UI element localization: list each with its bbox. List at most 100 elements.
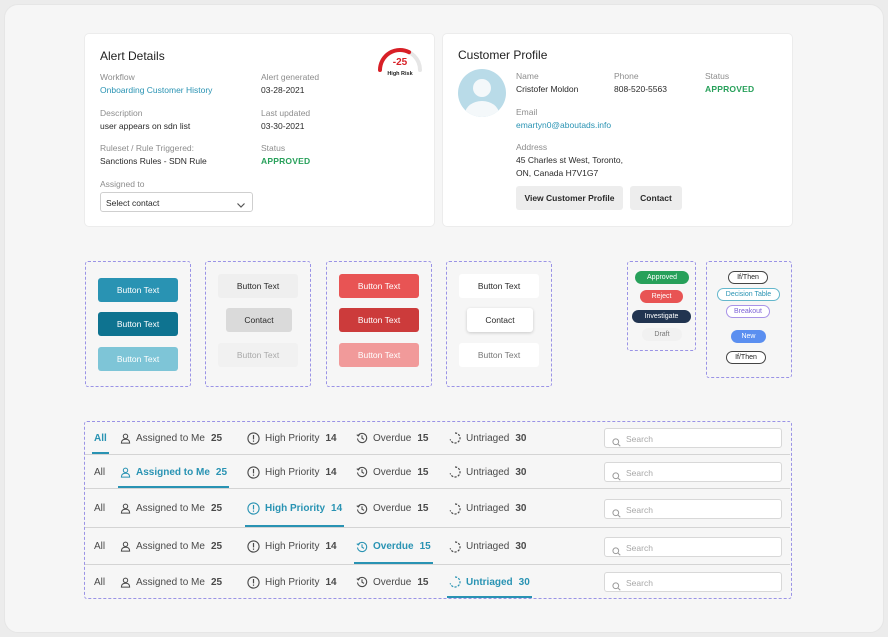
view-customer-profile-button[interactable]: View Customer Profile [516, 186, 623, 210]
alert-circle-icon [247, 502, 260, 515]
gray-button-disabled[interactable]: Button Text [218, 343, 298, 367]
search-box[interactable] [604, 572, 782, 592]
tab-assigned-label: Assigned to Me [136, 503, 205, 514]
tab-overdue[interactable]: Overdue 15 [356, 565, 428, 599]
alert-details-title: Alert Details [100, 49, 165, 63]
tab-untriaged-label: Untriaged [466, 432, 510, 444]
draft-pill[interactable]: Draft [642, 328, 682, 341]
tab-assigned-to-me[interactable]: Assigned to Me 25 [120, 565, 222, 599]
red-button-hover[interactable]: Button Text [339, 308, 419, 332]
customer-profile-title: Customer Profile [458, 48, 548, 62]
tab-untriaged[interactable]: Untriaged 30 [447, 565, 532, 599]
tab-all[interactable]: All [94, 565, 105, 599]
tab-untriaged[interactable]: Untriaged 30 [449, 421, 526, 455]
tab-untriaged[interactable]: Untriaged 30 [449, 455, 526, 489]
white-button-default[interactable]: Button Text [459, 274, 539, 298]
risk-score: -25 [392, 57, 408, 68]
tab-assigned-to-me[interactable]: Assigned to Me 25 [120, 489, 222, 528]
white-contact-button[interactable]: Contact [467, 308, 533, 332]
user-icon [120, 577, 131, 588]
reject-pill[interactable]: Reject [640, 290, 683, 303]
tab-overdue-label: Overdue [373, 541, 414, 552]
breakout-pill[interactable]: Breakout [726, 305, 770, 318]
search-input[interactable] [626, 541, 776, 554]
risk-gauge: -25 High Risk [374, 43, 426, 81]
tab-untriaged[interactable]: Untriaged 30 [449, 528, 526, 565]
teal-button-hover[interactable]: Button Text [98, 312, 178, 336]
tab-assigned-label: Assigned to Me [136, 432, 205, 444]
workflow-link[interactable]: Onboarding Customer History [100, 85, 212, 95]
approved-pill[interactable]: Approved [635, 271, 689, 284]
alert-status-label: Status [261, 143, 286, 153]
gray-button-default[interactable]: Button Text [218, 274, 298, 298]
red-button-default[interactable]: Button Text [339, 274, 419, 298]
search-box[interactable] [604, 428, 782, 448]
tab-all[interactable]: All [92, 421, 109, 455]
tab-assigned-to-me[interactable]: Assigned to Me 25 [120, 421, 222, 455]
alert-circle-icon [247, 575, 260, 589]
if-then-pill[interactable]: If/Then [728, 271, 768, 284]
gray-contact-button[interactable]: Contact [226, 308, 292, 332]
tab-overdue[interactable]: Overdue 15 [356, 489, 428, 528]
tab-overdue[interactable]: Overdue 15 [354, 528, 433, 565]
search-box[interactable] [604, 462, 782, 482]
teal-button-default[interactable]: Button Text [98, 278, 178, 302]
tab-all[interactable]: All [94, 528, 105, 565]
user-icon [120, 541, 131, 552]
tab-assigned-label: Assigned to Me [136, 541, 205, 552]
gray-button-group: Button Text Contact Button Text [205, 261, 311, 387]
tab-untriaged-label: Untriaged [466, 541, 510, 552]
white-button-disabled[interactable]: Button Text [459, 343, 539, 367]
ruleset-value: Sanctions Rules - SDN Rule [100, 156, 207, 166]
tab-high-priority[interactable]: High Priority 14 [247, 565, 337, 599]
tab-assigned-count: 25 [210, 432, 223, 444]
tab-overdue-label: Overdue [373, 503, 412, 514]
tab-all-label: All [94, 541, 106, 552]
assign-contact-select[interactable]: Select contact [100, 192, 253, 212]
user-icon [120, 433, 131, 444]
teal-button-group: Button Text Button Text Button Text [85, 261, 191, 387]
tab-all[interactable]: All [94, 489, 105, 528]
red-button-disabled[interactable]: Button Text [339, 343, 419, 367]
loading-spinner-icon [449, 576, 461, 588]
tab-high-priority[interactable]: High Priority 14 [247, 421, 337, 455]
customer-email-link[interactable]: emartyn0@aboutads.info [516, 120, 611, 130]
tab-all[interactable]: All [94, 455, 105, 489]
tab-all-label: All [94, 576, 106, 588]
new-pill[interactable]: New [731, 330, 766, 343]
tab-untriaged[interactable]: Untriaged 30 [449, 489, 526, 528]
tab-all-label: All [94, 432, 107, 444]
if-then-pill-2[interactable]: If/Then [726, 351, 766, 364]
investigate-pill[interactable]: Investigate [632, 310, 691, 323]
decision-table-pill[interactable]: Decision Table [717, 288, 780, 301]
tab-priority-count: 14 [331, 503, 343, 514]
tab-all-label: All [94, 503, 106, 514]
search-box[interactable] [604, 499, 782, 519]
tab-overdue[interactable]: Overdue 15 [356, 455, 428, 489]
tab-all-label: All [94, 466, 106, 478]
tab-assigned-to-me[interactable]: Assigned to Me 25 [118, 455, 230, 489]
tab-bar-3: All Assigned to Me 25 High Priority 14 O… [85, 489, 790, 528]
tab-high-priority[interactable]: High Priority 14 [245, 489, 345, 528]
tab-high-priority[interactable]: High Priority 14 [247, 455, 337, 489]
last-updated-value: 03-30-2021 [261, 121, 305, 131]
search-input[interactable] [626, 576, 776, 589]
tab-overdue[interactable]: Overdue 15 [356, 421, 428, 455]
search-input[interactable] [626, 432, 776, 445]
tab-bar-2: All Assigned to Me 25 High Priority 14 O… [85, 455, 790, 489]
customer-address-line1: 45 Charles st West, Toronto, [516, 155, 623, 165]
search-box[interactable] [604, 537, 782, 557]
tab-assigned-to-me[interactable]: Assigned to Me 25 [120, 528, 222, 565]
avatar [458, 69, 506, 117]
tab-overdue-label: Overdue [373, 466, 412, 478]
tab-assigned-label: Assigned to Me [136, 466, 210, 478]
tab-priority-count: 14 [325, 432, 337, 444]
contact-button[interactable]: Contact [630, 186, 682, 210]
customer-phone-label: Phone [614, 71, 639, 81]
search-input[interactable] [626, 503, 776, 516]
customer-phone-value: 808-520-5563 [614, 84, 667, 94]
tab-high-priority[interactable]: High Priority 14 [247, 528, 337, 565]
teal-button-disabled[interactable]: Button Text [98, 347, 178, 371]
search-input[interactable] [626, 466, 776, 479]
tab-bar-4: All Assigned to Me 25 High Priority 14 O… [85, 528, 790, 565]
